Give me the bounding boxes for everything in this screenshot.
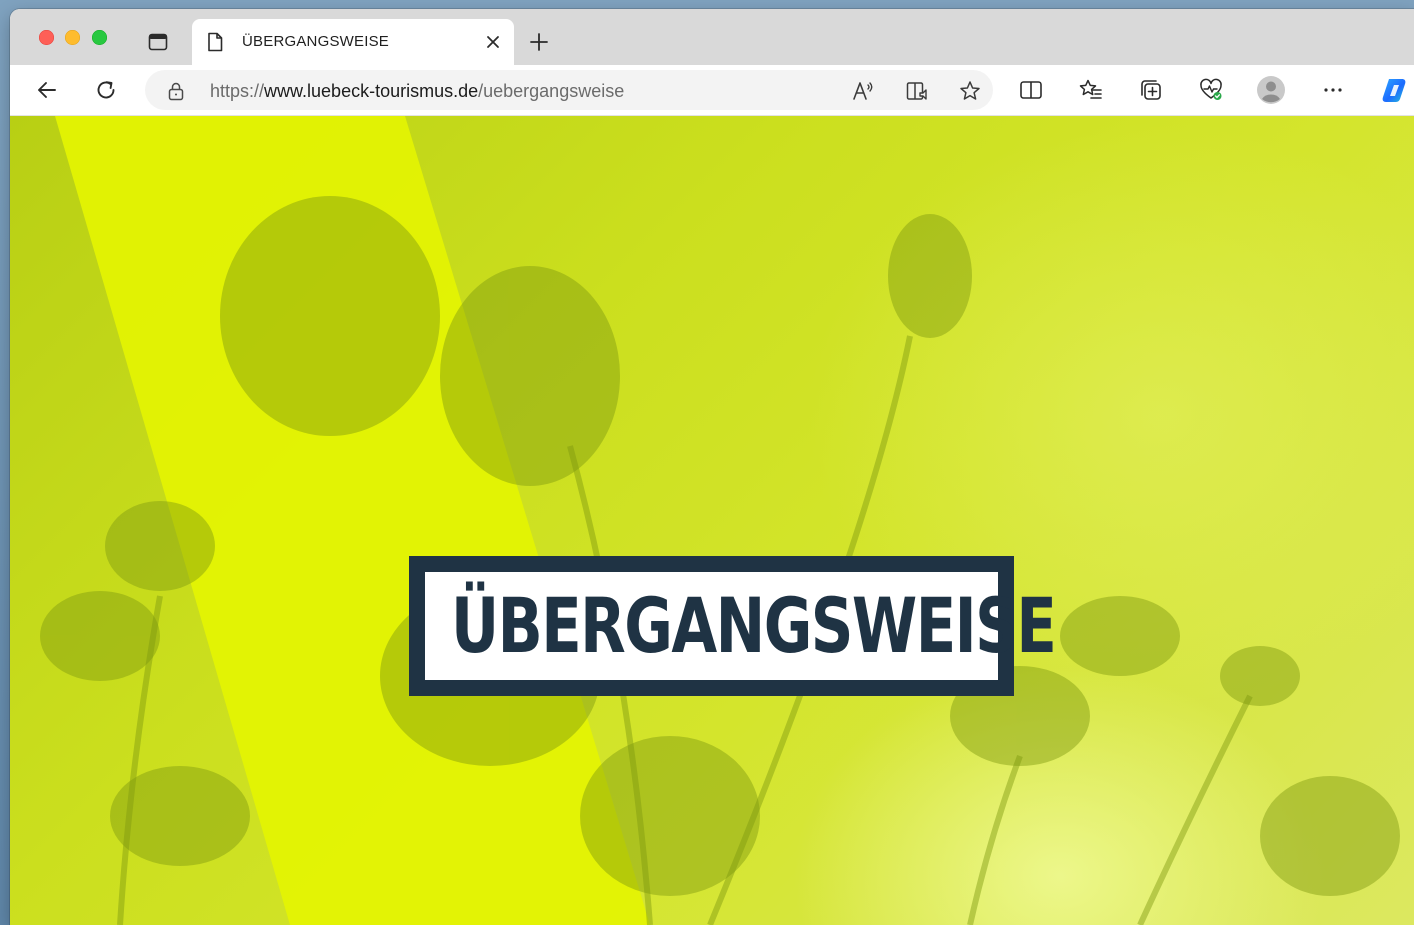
minimize-window-button[interactable] — [65, 30, 80, 45]
back-arrow-icon[interactable] — [34, 77, 60, 103]
url-text: https://www.luebeck-tourismus.de/ueberga… — [210, 81, 624, 102]
star-icon[interactable] — [958, 79, 982, 103]
tab-title: ÜBERGANGSWEISE — [242, 33, 389, 50]
brand-logo: ÜBERGANGSWEISE — [409, 556, 1057, 696]
tab-actions-icon[interactable] — [148, 32, 168, 52]
url-path: /uebergangsweise — [478, 81, 625, 101]
more-icon[interactable] — [1320, 77, 1346, 103]
browser-toolbar: https://www.luebeck-tourismus.de/ueberga… — [10, 65, 1414, 116]
profile-avatar-icon[interactable] — [1256, 75, 1286, 105]
new-tab-icon[interactable] — [528, 31, 550, 53]
brand-logo-text: ÜBERGANGSWEISE — [451, 581, 1057, 670]
reload-icon[interactable] — [93, 77, 119, 103]
read-aloud-icon[interactable] — [851, 79, 875, 103]
copilot-icon[interactable] — [1380, 75, 1414, 105]
active-tab[interactable]: ÜBERGANGSWEISE — [192, 19, 514, 65]
tab-bar: ÜBERGANGSWEISE — [10, 9, 1414, 65]
page-document-icon — [208, 32, 223, 52]
close-tab-icon[interactable] — [484, 33, 502, 51]
collections-icon[interactable] — [1138, 77, 1164, 103]
split-screen-icon[interactable] — [1018, 77, 1044, 103]
brand-logo-inner: ÜBERGANGSWEISE — [425, 572, 1057, 680]
browser-essentials-icon[interactable] — [1198, 77, 1224, 103]
url-scheme: https:// — [210, 81, 265, 101]
url-host: www.luebeck-tourismus.de — [264, 81, 479, 101]
lock-icon[interactable] — [167, 81, 185, 101]
close-window-button[interactable] — [39, 30, 54, 45]
address-bar[interactable]: https://www.luebeck-tourismus.de/ueberga… — [145, 70, 993, 110]
hero-background-graphics — [40, 116, 1400, 925]
page-hero: ÜBERGANGSWEISE — [10, 116, 1414, 925]
maximize-window-button[interactable] — [92, 30, 107, 45]
browser-window: ÜBERGANGSWEISE https://www.luebeck-touri… — [10, 9, 1414, 925]
favorites-list-icon[interactable] — [1078, 77, 1104, 103]
immersive-reader-icon[interactable] — [905, 79, 929, 103]
